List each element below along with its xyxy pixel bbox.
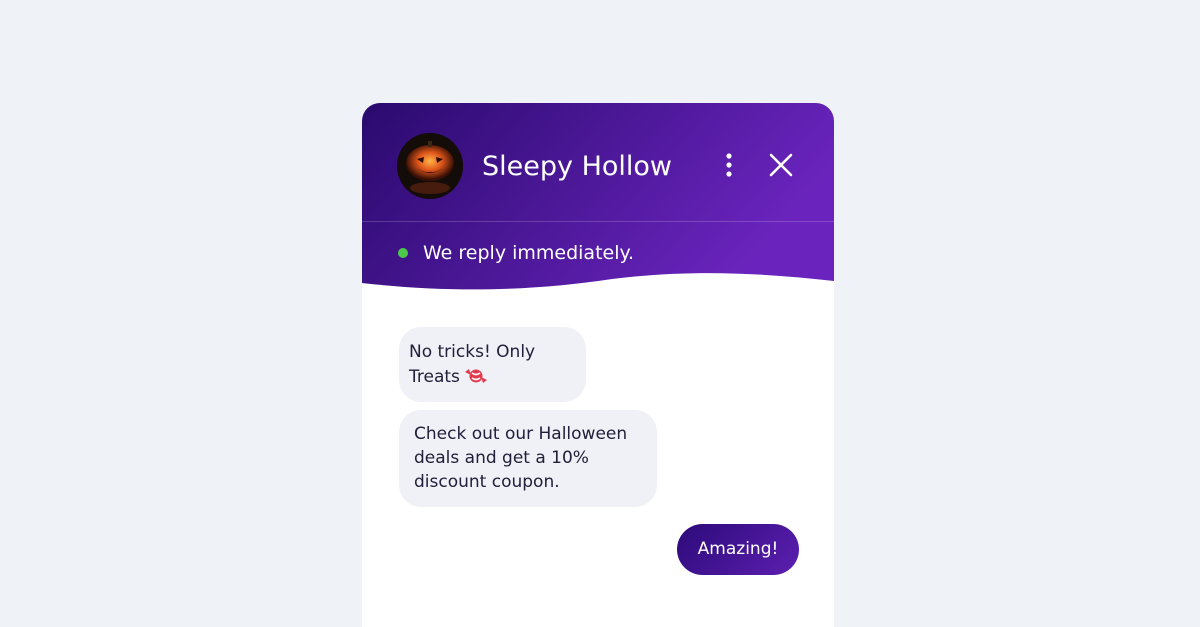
message-line: Treats [409, 367, 460, 387]
chat-header: Sleepy Hollow We reply immediately. [362, 103, 834, 295]
message-line-with-emoji: Treats [409, 364, 576, 389]
message-line: Check out our Halloween [414, 424, 628, 444]
close-icon [769, 153, 793, 177]
agent-message: Check out our Halloween deals and get a … [399, 410, 657, 507]
message-line: discount coupon. [414, 472, 560, 492]
status-text: We reply immediately. [423, 242, 635, 264]
jack-o-lantern-icon [397, 133, 463, 199]
online-status-dot [398, 248, 408, 258]
user-message: Amazing! [677, 524, 799, 575]
more-options-button[interactable] [714, 151, 744, 181]
header-background [362, 103, 834, 290]
message-line: No tricks! Only [409, 342, 536, 362]
agent-message: No tricks! Only Treats [399, 327, 586, 402]
close-button[interactable] [766, 151, 796, 181]
chat-title: Sleepy Hollow [482, 151, 672, 182]
header-divider [362, 221, 834, 222]
candy-icon [464, 369, 487, 383]
message-line: deals and get a 10% [414, 448, 589, 468]
more-vertical-icon [726, 153, 732, 177]
chat-widget: Sleepy Hollow We reply immediately. No t… [362, 103, 834, 627]
avatar [397, 133, 463, 199]
